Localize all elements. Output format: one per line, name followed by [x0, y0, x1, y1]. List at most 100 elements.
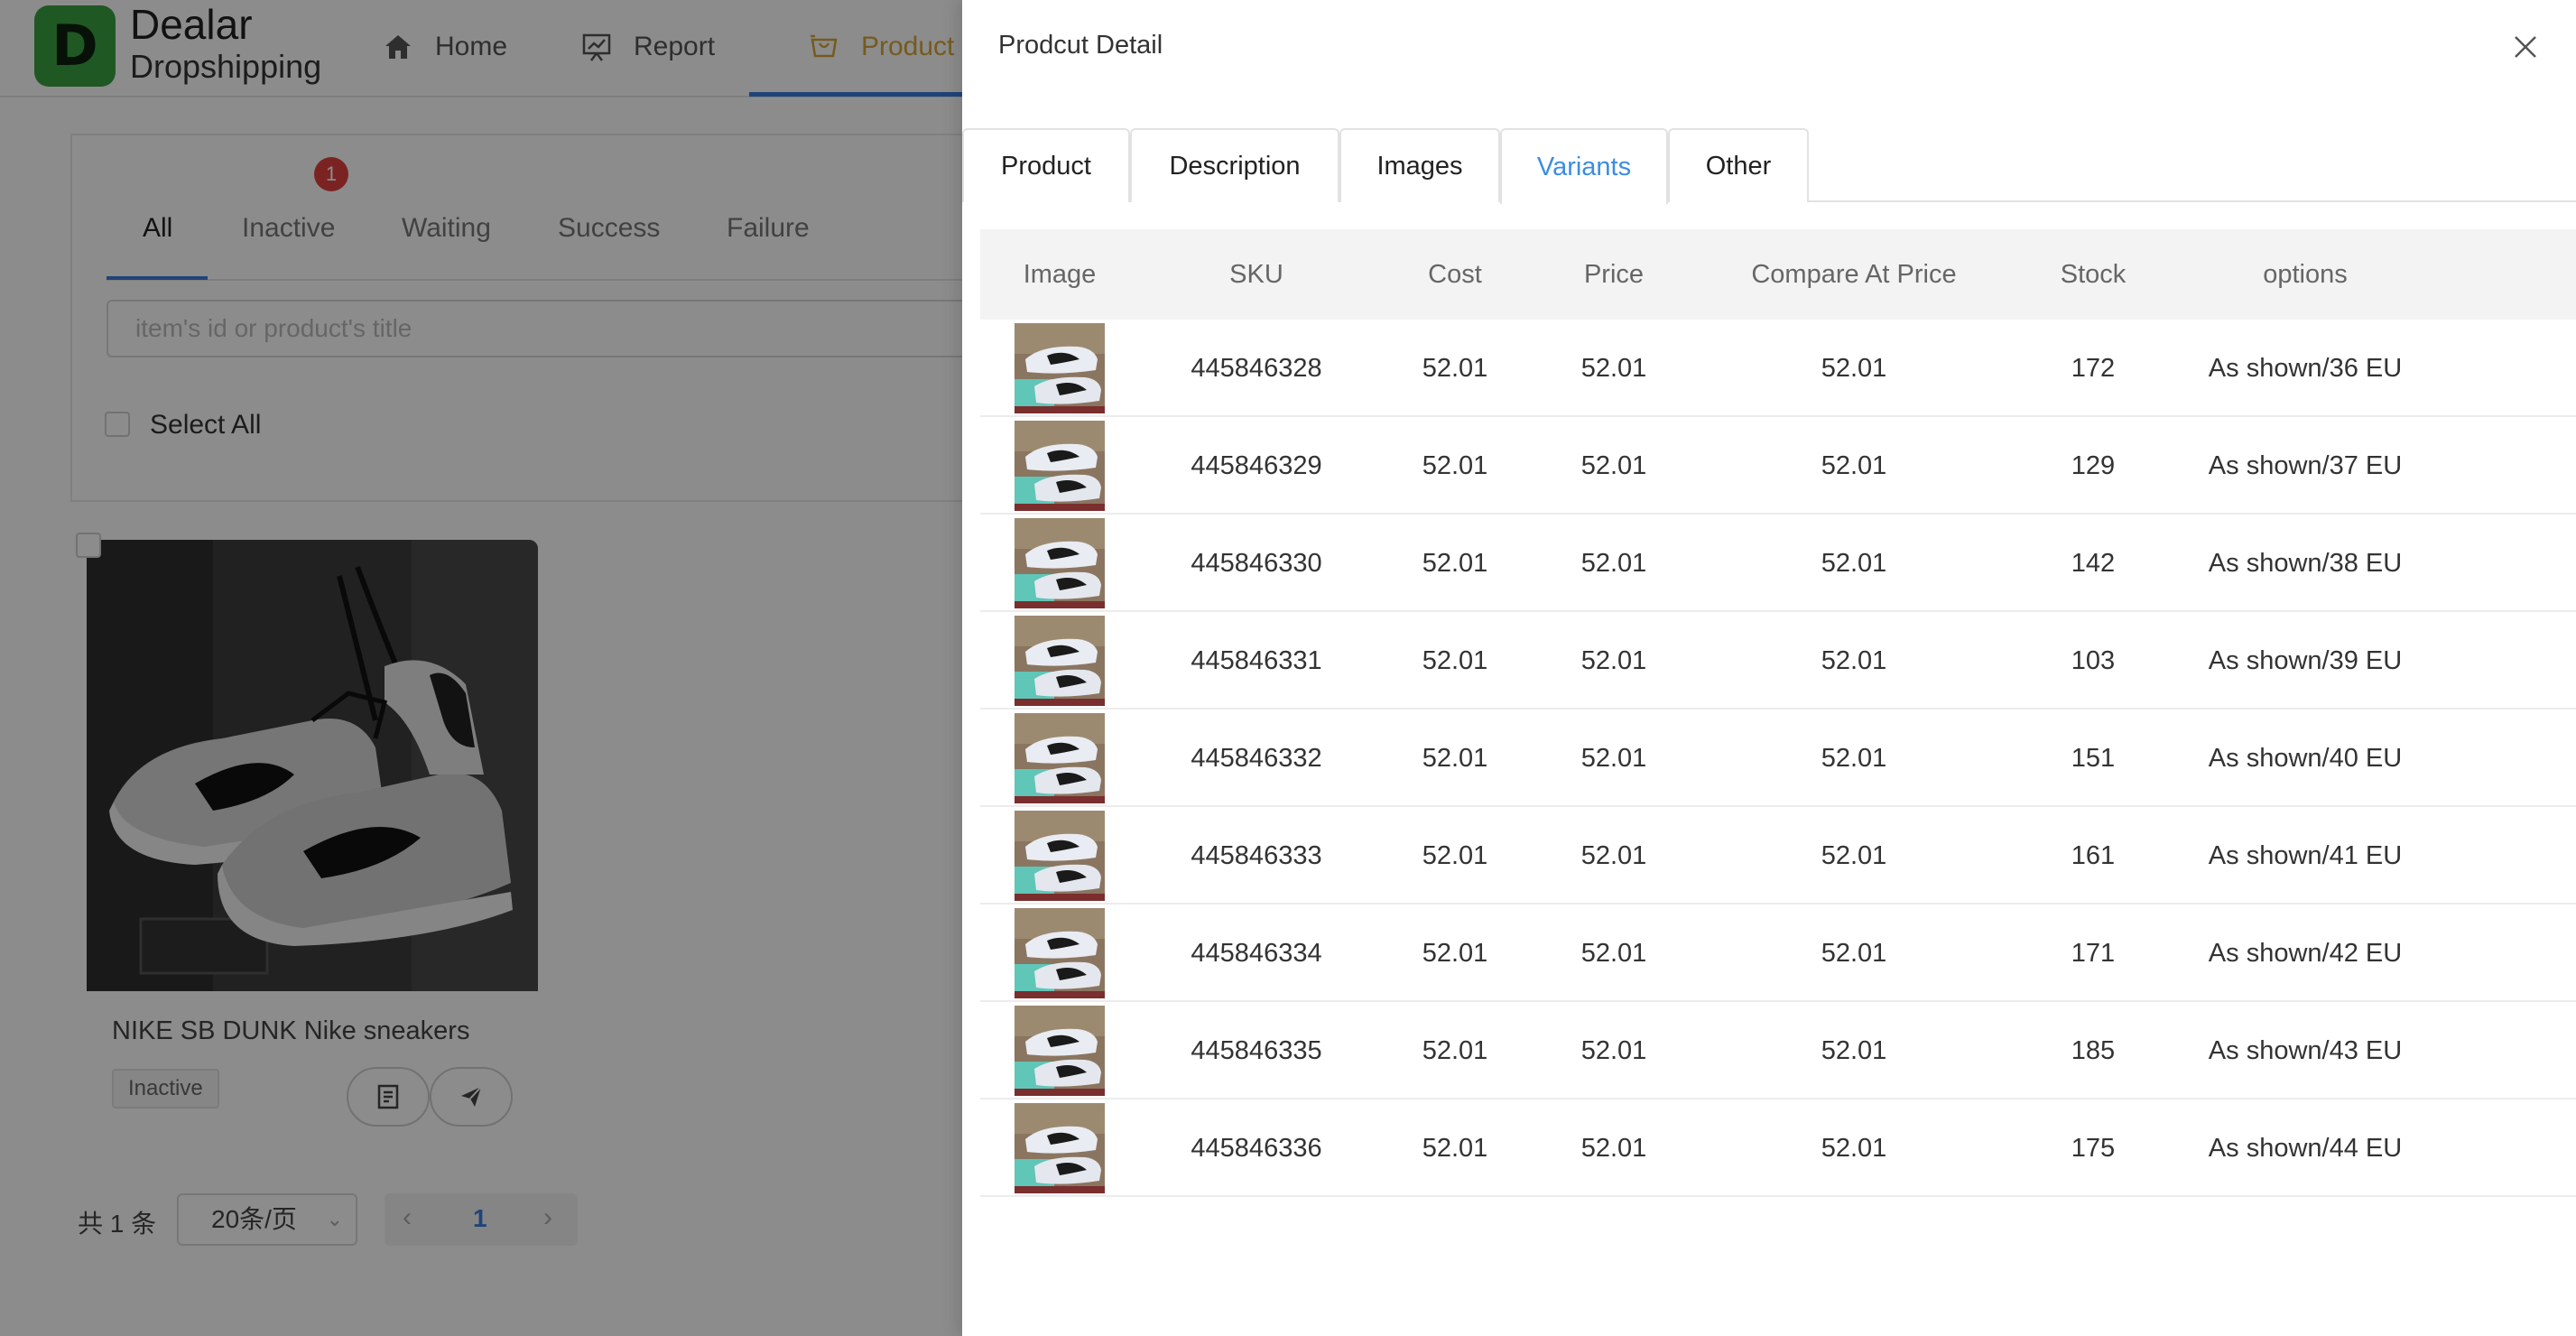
variant-compare-at-price: 52.01 — [1821, 354, 1887, 383]
variant-compare-at-price: 52.01 — [1821, 939, 1887, 968]
table-row: 445846328 52.01 52.01 52.01 172 As shown/36 E… — [980, 320, 2576, 417]
table-row: 445846330 52.01 52.01 52.01 142 As shown/38 E… — [980, 515, 2576, 612]
column-header-price: Price — [1583, 260, 1645, 289]
variant-image-cell — [980, 807, 1139, 905]
variant-sku: 445846335 — [1191, 1036, 1322, 1065]
variant-sku: 445846332 — [1191, 744, 1322, 773]
variant-stock: 171 — [2071, 939, 2116, 968]
variant-stock: 103 — [2071, 646, 2116, 675]
table-header: Image SKU Cost Price Compare At Price St… — [980, 229, 2576, 320]
column-header-image: Image — [1023, 260, 1097, 289]
variant-cost: 52.01 — [1422, 646, 1488, 675]
variant-image-cell — [980, 417, 1139, 515]
variant-options: As shown/42 EU — [2208, 939, 2403, 968]
product-detail-drawer: Prodcut Detail Product Description Image… — [962, 0, 2576, 1336]
variant-sku: 445846329 — [1191, 451, 1322, 480]
variant-thumbnail[interactable] — [1015, 323, 1105, 413]
variant-image-cell — [980, 1002, 1139, 1099]
table-row: 445846333 52.01 52.01 52.01 161 As shown/41 E… — [980, 807, 2576, 905]
variant-compare-at-price: 52.01 — [1821, 646, 1887, 675]
variant-stock: 172 — [2071, 354, 2116, 383]
tab-description[interactable]: Description — [1130, 128, 1339, 202]
close-button[interactable] — [2509, 31, 2542, 63]
variant-price: 52.01 — [1580, 841, 1647, 870]
variant-image-cell — [980, 710, 1139, 807]
variant-stock: 161 — [2071, 841, 2116, 870]
variant-thumbnail[interactable] — [1015, 713, 1105, 803]
table-row: 445846334 52.01 52.01 52.01 171 As shown/42 E… — [980, 905, 2576, 1002]
variant-thumbnail[interactable] — [1015, 1103, 1105, 1193]
variant-cost: 52.01 — [1422, 354, 1488, 383]
variant-cost: 52.01 — [1422, 451, 1488, 480]
table-row: 445846331 52.01 52.01 52.01 103 As shown/39 E… — [980, 612, 2576, 710]
variant-image-cell — [980, 320, 1139, 417]
variant-stock: 185 — [2071, 1036, 2116, 1065]
table-body: 445846328 52.01 52.01 52.01 172 As shown/36 E… — [980, 320, 2576, 1197]
variant-thumbnail[interactable] — [1015, 908, 1105, 998]
variant-compare-at-price: 52.01 — [1821, 1036, 1887, 1065]
tab-images[interactable]: Images — [1339, 128, 1500, 202]
variant-price: 52.01 — [1580, 1134, 1647, 1163]
variant-image-cell — [980, 905, 1139, 1002]
variant-cost: 52.01 — [1422, 1036, 1488, 1065]
detail-tabs: Product Description Images Variants Othe… — [962, 128, 2576, 204]
variant-image-cell — [980, 515, 1139, 612]
variant-stock: 142 — [2071, 549, 2116, 578]
variant-options: As shown/41 EU — [2208, 841, 2403, 870]
tab-product[interactable]: Product — [962, 128, 1130, 202]
variant-options: As shown/36 EU — [2208, 354, 2403, 383]
variant-price: 52.01 — [1580, 1036, 1647, 1065]
variant-options: As shown/39 EU — [2208, 646, 2403, 675]
variant-price: 52.01 — [1580, 646, 1647, 675]
variant-cost: 52.01 — [1422, 549, 1488, 578]
variant-compare-at-price: 52.01 — [1821, 744, 1887, 773]
close-icon — [2515, 36, 2536, 58]
variant-cost: 52.01 — [1422, 841, 1488, 870]
variant-price: 52.01 — [1580, 549, 1647, 578]
column-header-sku: SKU — [1229, 260, 1283, 289]
variant-thumbnail[interactable] — [1015, 518, 1105, 608]
variant-sku: 445846333 — [1191, 841, 1322, 870]
variant-cost: 52.01 — [1422, 939, 1488, 968]
variant-options: As shown/44 EU — [2208, 1134, 2403, 1163]
variant-thumbnail[interactable] — [1015, 1006, 1105, 1096]
drawer-title: Prodcut Detail — [998, 31, 1163, 60]
variant-cost: 52.01 — [1422, 1134, 1488, 1163]
column-header-stock: Stock — [2060, 260, 2127, 289]
variant-options: As shown/40 EU — [2208, 744, 2403, 773]
variant-compare-at-price: 52.01 — [1821, 451, 1887, 480]
variant-price: 52.01 — [1580, 939, 1647, 968]
table-row: 445846332 52.01 52.01 52.01 151 As shown/40 E… — [980, 710, 2576, 807]
variant-options: As shown/43 EU — [2208, 1036, 2403, 1065]
variant-price: 52.01 — [1580, 354, 1647, 383]
variant-stock: 151 — [2071, 744, 2116, 773]
variant-compare-at-price: 52.01 — [1821, 549, 1887, 578]
variant-sku: 445846331 — [1191, 646, 1322, 675]
variant-thumbnail[interactable] — [1015, 616, 1105, 706]
tab-other[interactable]: Other — [1668, 128, 1809, 202]
tab-variants[interactable]: Variants — [1500, 128, 1668, 204]
table-row: 445846336 52.01 52.01 52.01 175 As shown/44 E… — [980, 1099, 2576, 1197]
variant-sku: 445846336 — [1191, 1134, 1322, 1163]
variant-thumbnail[interactable] — [1015, 811, 1105, 901]
column-header-options: options — [2263, 260, 2348, 289]
variant-cost: 52.01 — [1422, 744, 1488, 773]
modal-overlay[interactable] — [0, 0, 962, 1336]
variant-sku: 445846334 — [1191, 939, 1322, 968]
variant-thumbnail[interactable] — [1015, 421, 1105, 511]
variant-compare-at-price: 52.01 — [1821, 841, 1887, 870]
column-header-cost: Cost — [1428, 260, 1482, 289]
variant-image-cell — [980, 612, 1139, 710]
variants-table: Image SKU Cost Price Compare At Price St… — [980, 229, 2576, 1197]
variant-sku: 445846330 — [1191, 549, 1322, 578]
variant-stock: 129 — [2071, 451, 2116, 480]
variant-compare-at-price: 52.01 — [1821, 1134, 1887, 1163]
column-header-compare-at-price: Compare At Price — [1751, 260, 1957, 289]
variant-price: 52.01 — [1580, 451, 1647, 480]
table-row: 445846329 52.01 52.01 52.01 129 As shown/37 E… — [980, 417, 2576, 515]
variant-sku: 445846328 — [1191, 354, 1322, 383]
variant-options: As shown/38 EU — [2208, 549, 2403, 578]
variant-options: As shown/37 EU — [2208, 451, 2403, 480]
variant-image-cell — [980, 1099, 1139, 1197]
variant-stock: 175 — [2071, 1134, 2116, 1163]
